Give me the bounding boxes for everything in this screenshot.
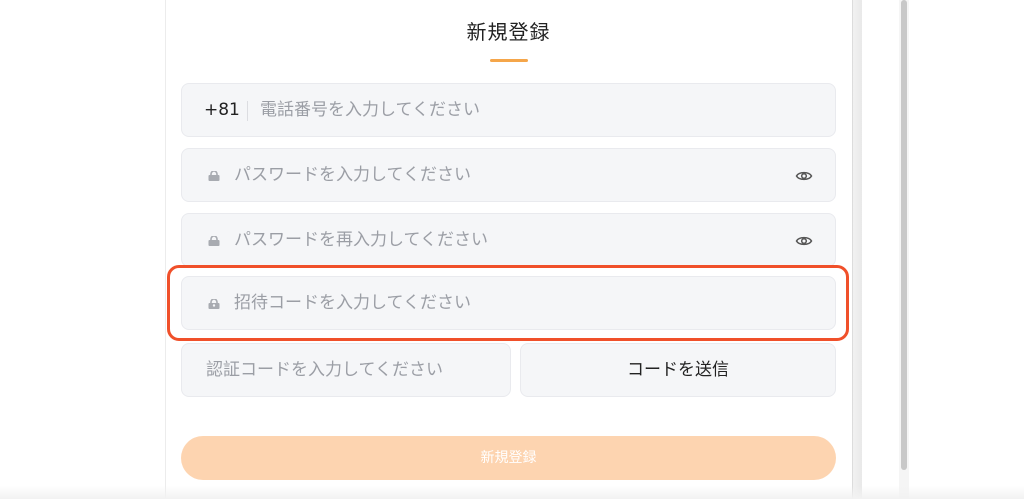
page-title: 新規登録	[466, 20, 551, 44]
verify-code-field[interactable]: 認証コードを入力してください	[181, 343, 511, 397]
eye-icon[interactable]	[795, 167, 813, 185]
verify-code-placeholder: 認証コードを入力してください	[206, 360, 443, 380]
password-confirm-placeholder: パスワードを再入力してください	[234, 230, 488, 250]
send-code-button[interactable]: コードを送信	[520, 343, 836, 397]
page-margin-right	[862, 0, 1024, 499]
password-placeholder: パスワードを入力してください	[234, 165, 471, 185]
bottom-fade	[0, 486, 1024, 499]
lock-icon	[208, 236, 220, 246]
country-code[interactable]: +81	[204, 84, 240, 136]
title-underline	[490, 59, 528, 62]
phone-placeholder: 電話番号を入力してください	[260, 100, 480, 120]
country-divider	[247, 101, 248, 121]
password-field[interactable]: パスワードを入力してください	[181, 148, 836, 202]
invite-code-highlight	[167, 265, 849, 341]
eye-icon[interactable]	[795, 232, 813, 250]
password-confirm-field[interactable]: パスワードを再入力してください	[181, 213, 836, 267]
scrollbar-thumb[interactable]	[901, 0, 907, 470]
scrollbar[interactable]	[899, 0, 909, 499]
lock-icon	[208, 171, 220, 181]
phone-field[interactable]: +81 電話番号を入力してください	[181, 83, 836, 137]
page-margin-left	[0, 0, 165, 499]
register-submit-button[interactable]: 新規登録	[181, 436, 836, 480]
